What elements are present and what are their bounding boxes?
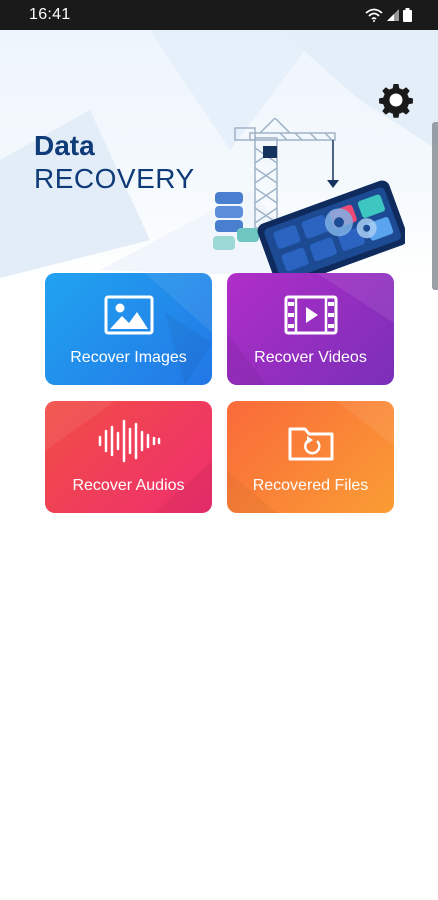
tile-label: Recovered Files	[252, 477, 369, 494]
audio-wave-icon	[98, 419, 160, 463]
gear-icon[interactable]	[378, 82, 414, 118]
status-time: 16:41	[29, 6, 71, 23]
header-banner: Data RECOVERY	[0, 30, 438, 278]
status-icons	[365, 8, 412, 22]
recover-audios-button[interactable]: Recover Audios	[45, 401, 212, 513]
recover-images-button[interactable]: Recover Images	[45, 273, 212, 385]
hero-illustration	[213, 118, 405, 278]
battery-icon	[403, 8, 412, 22]
video-icon	[284, 295, 337, 335]
recover-videos-button[interactable]: Recover Videos	[227, 273, 394, 385]
app-title-recovery: RECOVERY	[34, 163, 195, 194]
signal-icon	[387, 9, 399, 21]
folder-restore-icon	[288, 427, 333, 461]
recovered-files-button[interactable]: Recovered Files	[227, 401, 394, 513]
tile-label: Recover Images	[70, 349, 187, 366]
app-title-data: Data	[34, 130, 95, 161]
image-icon	[104, 295, 153, 335]
status-bar: 16:41	[0, 0, 438, 30]
tile-label: Recover Videos	[254, 349, 367, 366]
tile-label: Recover Audios	[72, 477, 185, 494]
edge-panel-handle[interactable]	[432, 122, 438, 290]
wifi-icon	[365, 8, 383, 22]
